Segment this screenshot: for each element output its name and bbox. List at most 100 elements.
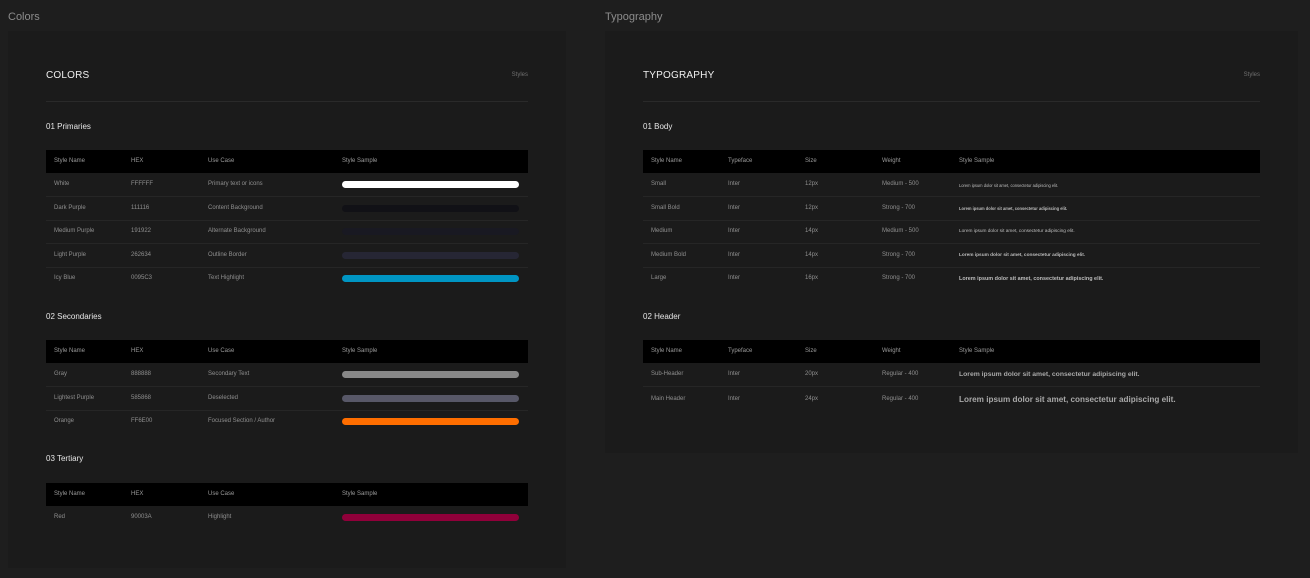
typography-frame-label[interactable]: Typography	[605, 11, 662, 23]
color-hex: 191922	[131, 228, 152, 234]
section-title-header: 02 Header	[643, 312, 681, 321]
typography-row[interactable]: Small Inter 12px Medium - 500 Lorem ipsum do…	[643, 173, 1260, 197]
typography-typeface: Inter	[728, 228, 741, 234]
color-hex: FFFFFF	[131, 181, 153, 187]
typography-name: Medium Bold	[651, 251, 687, 258]
column-header: Size	[805, 348, 817, 354]
color-row[interactable]: Medium Purple 191922 Alternate Background	[46, 220, 528, 244]
table-header: Style Name HEX Use Case Style Sample	[46, 483, 528, 506]
color-use: Secondary Text	[208, 371, 250, 377]
column-header: Style Sample	[342, 491, 378, 497]
colors-frame-label[interactable]: Colors	[8, 11, 40, 23]
color-name: White	[54, 181, 70, 187]
typography-weight: Strong - 700	[882, 251, 916, 258]
typography-typeface: Inter	[728, 371, 741, 377]
color-row[interactable]: Lightest Purple 585868 Deselected	[46, 387, 528, 411]
typography-row[interactable]: Large Inter 16px Strong - 700 Lorem ipsum do…	[643, 267, 1260, 290]
primaries-table: Style Name HEX Use Case Style Sample White FF…	[46, 150, 528, 290]
column-header: Style Name	[651, 348, 683, 354]
section-title-tertiary: 03 Tertiary	[46, 454, 84, 463]
colors-frame: COLORS Styles 01 Primaries Style Name HEX…	[8, 31, 566, 568]
color-row[interactable]: Red 90003A Highlight	[46, 506, 528, 529]
typography-name: Large	[651, 275, 667, 281]
typography-size: 14px	[805, 228, 819, 234]
color-use: Alternate Background	[208, 228, 266, 234]
typography-typeface: Inter	[728, 251, 741, 258]
color-hex: 111116	[131, 204, 150, 211]
tertiary-table: Style Name HEX Use Case Style Sample Red 9000…	[46, 483, 528, 530]
table-header: Style Name HEX Use Case Style Sample	[46, 340, 528, 363]
typography-typeface: Inter	[728, 275, 741, 281]
color-name: Dark Purple	[54, 204, 86, 211]
color-swatch	[342, 228, 519, 235]
color-row[interactable]: Gray 888888 Secondary Text	[46, 363, 528, 387]
typography-row[interactable]: Sub-Header Inter 20px Regular - 400 Lorem ip…	[643, 363, 1260, 387]
style-sample-text: Lorem ipsum dolor sit amet, consectetur …	[959, 252, 1086, 258]
typography-divider	[643, 101, 1260, 102]
style-sample-text: Lorem ipsum dolor sit amet, consectetur …	[959, 206, 1068, 212]
color-use: Text Highlight	[208, 275, 245, 281]
color-name: Orange	[54, 418, 75, 424]
color-use: Primary text or icons	[208, 181, 263, 187]
color-row[interactable]: Icy Blue 0095C3 Text Highlight	[46, 267, 528, 290]
column-header: Weight	[882, 158, 901, 164]
color-row[interactable]: White FFFFFF Primary text or icons	[46, 173, 528, 197]
typography-row[interactable]: Small Bold Inter 12px Strong - 700 Lorem ips…	[643, 197, 1260, 221]
column-header: HEX	[131, 491, 144, 497]
section-title-body: 01 Body	[643, 122, 673, 131]
column-header: Style Name	[54, 491, 86, 497]
color-use: Outline Border	[208, 251, 247, 258]
color-row[interactable]: Orange FF6E00 Focused Section / Author	[46, 410, 528, 433]
column-header: HEX	[131, 158, 144, 164]
column-header: Use Case	[208, 491, 235, 497]
table-header: Style Name HEX Use Case Style Sample	[46, 150, 528, 173]
color-row[interactable]: Dark Purple 111116 Content Background	[46, 197, 528, 221]
color-swatch	[342, 251, 519, 259]
typography-weight: Medium - 500	[882, 181, 919, 187]
typography-weight: Regular - 400	[882, 395, 919, 402]
color-name: Red	[54, 514, 66, 520]
color-swatch	[342, 514, 519, 521]
color-name: Icy Blue	[54, 275, 76, 281]
typography-size: 16px	[805, 275, 819, 281]
body-table: Style Name Typeface Size Weight Style Sample…	[643, 150, 1260, 290]
style-sample-text: Lorem ipsum dolor sit amet, consectetur …	[959, 275, 1104, 282]
typography-header: TYPOGRAPHY Styles	[643, 70, 1260, 84]
typography-typeface: Inter	[728, 395, 741, 402]
column-header: Style Sample	[959, 158, 995, 164]
color-row[interactable]: Light Purple 262634 Outline Border	[46, 244, 528, 268]
colors-divider	[46, 101, 528, 102]
typography-row[interactable]: Main Header Inter 24px Regular - 400 Lorem i…	[643, 388, 1260, 411]
typography-row[interactable]: Medium Inter 14px Medium - 500 Lorem ipsum d…	[643, 220, 1260, 244]
typography-name: Medium	[651, 228, 673, 234]
color-name: Gray	[54, 371, 68, 377]
typography-size: 12px	[805, 204, 819, 211]
color-swatch	[342, 394, 519, 402]
column-header: Typeface	[728, 348, 753, 354]
column-header: Style Sample	[342, 158, 378, 164]
typography-frame: TYPOGRAPHY Styles 01 Body Style Name Type…	[605, 31, 1298, 453]
style-sample-text: Lorem ipsum dolor sit amet, consectetur …	[959, 394, 1176, 404]
style-sample-text: Lorem ipsum dolor sit amet, consectetur …	[959, 182, 1059, 188]
typography-size: 14px	[805, 251, 819, 258]
typography-size: 12px	[805, 181, 819, 187]
color-use: Content Background	[208, 204, 263, 211]
color-name: Medium Purple	[54, 228, 95, 234]
typography-weight: Strong - 700	[882, 275, 916, 281]
typography-weight: Medium - 500	[882, 228, 919, 234]
color-name: Light Purple	[54, 251, 87, 258]
column-header: Style Name	[54, 348, 86, 354]
typography-weight: Strong - 700	[882, 204, 916, 211]
column-header: HEX	[131, 348, 144, 354]
style-sample-text: Lorem ipsum dolor sit amet, consectetur …	[959, 370, 1140, 378]
color-use: Highlight	[208, 514, 232, 520]
typography-typeface: Inter	[728, 204, 741, 211]
typography-row[interactable]: Medium Bold Inter 14px Strong - 700 Lorem ip…	[643, 244, 1260, 268]
color-use: Focused Section / Author	[208, 418, 276, 424]
colors-header: COLORS Styles	[46, 70, 528, 84]
color-name: Lightest Purple	[54, 394, 95, 401]
color-swatch	[342, 204, 519, 212]
typography-size: 20px	[805, 371, 819, 377]
header-table: Style Name Typeface Size Weight Style Sample…	[643, 340, 1260, 410]
column-header: Style Name	[54, 158, 86, 164]
